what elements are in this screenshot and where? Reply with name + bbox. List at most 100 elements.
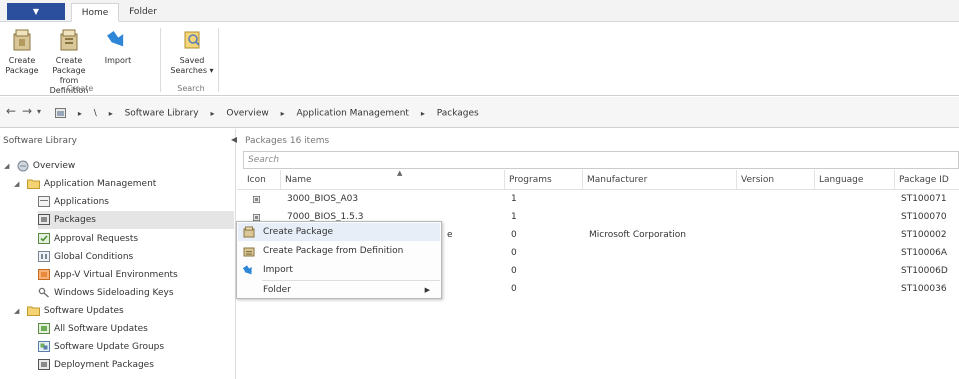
- key-icon: [38, 287, 49, 298]
- cell-package-id: ST100036: [901, 284, 947, 294]
- back-arrow-icon[interactable]: ←: [6, 104, 16, 118]
- address-bar: ← → ▾ ▸ \ ▸ Software Library ▸ Overview …: [0, 97, 959, 128]
- menu-item-label: Create Package: [263, 227, 334, 237]
- cell-programs: 0: [511, 230, 517, 240]
- breadcrumb: ▸ \ ▸ Software Library ▸ Overview ▸ Appl…: [55, 108, 479, 119]
- tree-item-label: App-V Virtual Environments: [54, 270, 178, 280]
- tree-item-global-conditions[interactable]: Global Conditions: [38, 248, 133, 266]
- create-from-def-label-1: Create Package: [52, 56, 86, 75]
- overview-icon: [17, 160, 29, 171]
- create-package-button[interactable]: Create Package: [0, 26, 44, 76]
- tree-item-packages[interactable]: Packages: [38, 211, 234, 229]
- column-manufacturer[interactable]: Manufacturer: [583, 170, 737, 190]
- tab-folder[interactable]: Folder: [123, 3, 163, 22]
- group-separator: [160, 28, 161, 92]
- ribbon-group-create-label: Create: [66, 84, 94, 93]
- menu-item-create-package-from-definition[interactable]: Create Package from Definition: [238, 242, 440, 260]
- tree-item-software-updates[interactable]: ◢ Software Updates: [14, 302, 124, 320]
- results-header: Packages 16 items: [245, 136, 330, 146]
- create-package-label-1: Create: [8, 56, 36, 65]
- column-header-row: Icon Name ▲ Programs Manufacturer Version…: [237, 169, 959, 190]
- context-menu: Create Package Create Package from Defin…: [236, 221, 442, 299]
- ribbon-tab-bar: ▼ Home Folder: [0, 0, 959, 22]
- column-package-id[interactable]: Package ID: [895, 170, 959, 190]
- expanded-icon[interactable]: ◢: [14, 302, 24, 320]
- column-programs[interactable]: Programs: [505, 170, 583, 190]
- search-input[interactable]: Search: [243, 151, 959, 169]
- tab-home[interactable]: Home: [71, 3, 119, 22]
- breadcrumb-software-library[interactable]: Software Library: [125, 109, 199, 119]
- ribbon: Create Package Create Package from Defin…: [0, 22, 959, 96]
- tree-item-deployment-packages[interactable]: Deployment Packages: [38, 356, 154, 374]
- updates-icon: [38, 323, 50, 334]
- cell-manufacturer: Microsoft Corporation: [589, 230, 686, 240]
- breadcrumb-packages[interactable]: Packages: [437, 109, 479, 119]
- package-definition-icon: [243, 247, 255, 257]
- import-arrow-icon: [243, 265, 252, 275]
- tree-item-overview[interactable]: ◢ Overview: [4, 157, 75, 175]
- breadcrumb-overview[interactable]: Overview: [226, 109, 268, 119]
- tree-item-appv-environments[interactable]: App-V Virtual Environments: [38, 266, 178, 284]
- folder-icon: [26, 306, 40, 316]
- cell-programs: 0: [511, 248, 517, 258]
- group-separator: [218, 28, 219, 92]
- tree-item-label: Windows Sideloading Keys: [54, 288, 174, 298]
- expanded-icon[interactable]: ◢: [4, 157, 14, 175]
- history-dropdown-icon[interactable]: ▾: [37, 107, 41, 116]
- navigation-pane: Software Library ◢ Overview ◢ Applicatio…: [0, 129, 236, 379]
- forward-arrow-icon[interactable]: →: [22, 104, 32, 118]
- console-root-icon[interactable]: [55, 108, 66, 118]
- tree-item-label: Application Management: [43, 179, 157, 189]
- column-version[interactable]: Version: [737, 170, 815, 190]
- tree-item-sideloading-keys[interactable]: Windows Sideloading Keys: [38, 284, 174, 302]
- menu-item-label: Create Package from Definition: [263, 246, 404, 256]
- cell-name: e: [447, 230, 453, 240]
- create-package-label-2: Package: [5, 66, 39, 75]
- menu-item-label: Folder: [263, 285, 291, 295]
- submenu-arrow-icon: ▶: [424, 286, 430, 294]
- tree-item-label: Deployment Packages: [54, 360, 154, 370]
- tree-item-application-management[interactable]: ◢ Application Management: [14, 175, 156, 193]
- menu-item-import[interactable]: Import: [238, 261, 440, 279]
- column-name[interactable]: Name ▲: [281, 169, 505, 190]
- menu-item-label: Import: [263, 265, 293, 275]
- cell-package-id: ST10006D: [901, 266, 948, 276]
- saved-searches-icon: [184, 31, 200, 49]
- package-definition-icon: [60, 29, 78, 51]
- update-groups-icon: [38, 341, 50, 352]
- package-icon: [253, 196, 260, 203]
- tree-item-applications[interactable]: Applications: [38, 193, 109, 211]
- cell-programs: 0: [511, 284, 517, 294]
- menu-item-create-package[interactable]: Create Package: [238, 223, 440, 241]
- tree-item-label: All Software Updates: [54, 324, 148, 334]
- tree-item-label: Software Update Groups: [54, 342, 165, 352]
- table-row[interactable]: 3000_BIOS_A03 1 ST100071: [237, 191, 959, 208]
- app-menu-button[interactable]: ▼: [7, 3, 65, 20]
- menu-item-folder[interactable]: Folder ▶: [238, 281, 440, 299]
- saved-searches-button[interactable]: Saved Searches ▾: [170, 26, 214, 76]
- breadcrumb-application-management[interactable]: Application Management: [297, 109, 409, 119]
- import-button[interactable]: Import: [96, 26, 140, 66]
- package-icon: [38, 214, 50, 225]
- package-icon: [38, 359, 50, 370]
- expanded-icon[interactable]: ◢: [14, 175, 24, 193]
- column-icon[interactable]: Icon: [243, 170, 281, 190]
- cell-programs: 1: [511, 194, 517, 204]
- cell-package-id: ST10006A: [901, 248, 947, 258]
- tree-item-label: Overview: [32, 161, 76, 171]
- tree-item-label: Applications: [54, 197, 109, 207]
- tree-item-approval-requests[interactable]: Approval Requests: [38, 230, 138, 248]
- tree-item-all-software-updates[interactable]: All Software Updates: [38, 320, 148, 338]
- approval-icon: [38, 233, 50, 244]
- saved-searches-label-2: Searches ▾: [170, 66, 214, 75]
- cell-package-id: ST100070: [901, 212, 947, 222]
- package-icon: [13, 29, 31, 51]
- breadcrumb-root[interactable]: \: [94, 109, 97, 119]
- cell-programs: 1: [511, 212, 517, 222]
- column-name-label: Name: [285, 175, 312, 185]
- column-language[interactable]: Language: [815, 170, 895, 190]
- cell-programs: 0: [511, 266, 517, 276]
- saved-searches-label-1: Saved: [179, 56, 205, 65]
- tree-item-software-update-groups[interactable]: Software Update Groups: [38, 338, 164, 356]
- cell-package-id: ST100071: [901, 194, 947, 204]
